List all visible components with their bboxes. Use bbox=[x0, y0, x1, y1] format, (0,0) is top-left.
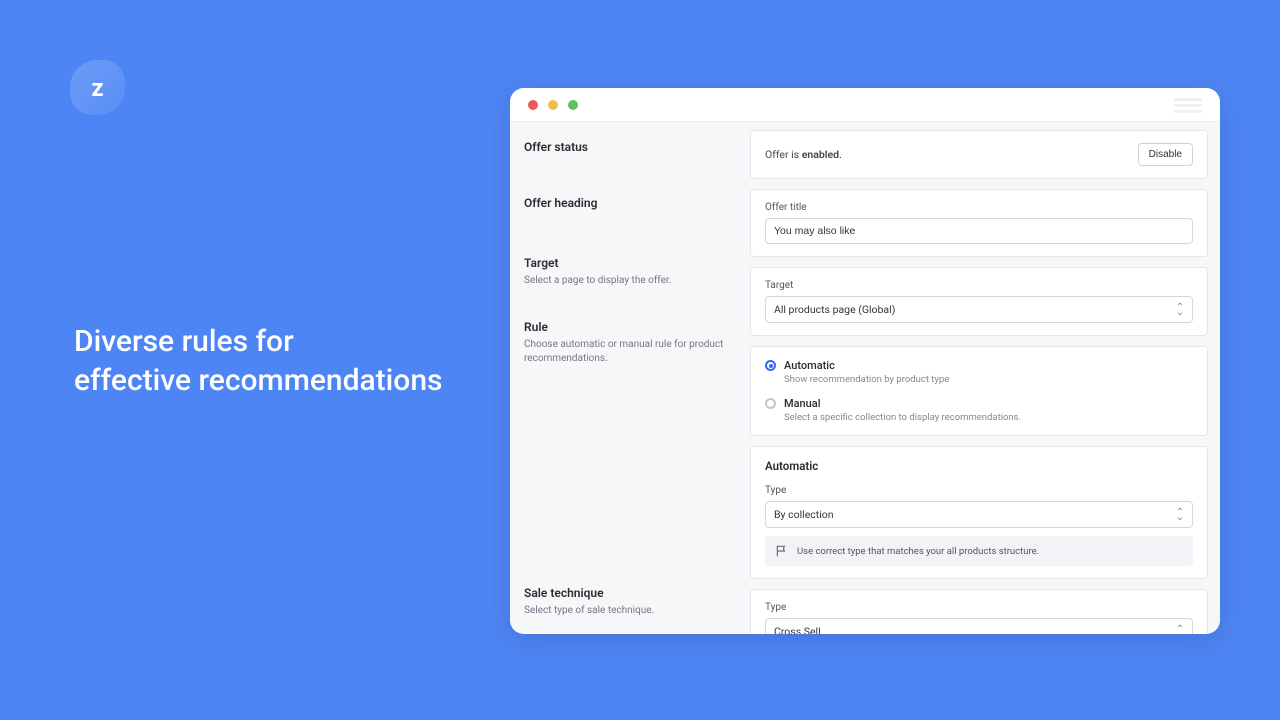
panel-rule: Automatic Show recommendation by product… bbox=[750, 346, 1208, 436]
panel-status: Offer is enabled. Disable bbox=[750, 130, 1208, 179]
automatic-subtitle: Automatic bbox=[765, 459, 1193, 473]
status-state: enabled bbox=[802, 148, 839, 161]
minimize-icon[interactable] bbox=[548, 100, 558, 110]
section-title: Offer status bbox=[524, 140, 736, 154]
app-window: Offer status Offer heading Target Select… bbox=[510, 88, 1220, 634]
menu-icon[interactable] bbox=[1174, 98, 1202, 114]
hero-line2: effective recommendations bbox=[74, 361, 442, 400]
window-controls bbox=[528, 100, 578, 110]
brand-logo: z bbox=[70, 60, 125, 115]
technique-label: Type bbox=[765, 602, 1193, 613]
technique-select[interactable]: Cross Sell ⌃⌄ bbox=[765, 618, 1193, 634]
main-column: Offer is enabled. Disable Offer title Ta… bbox=[750, 122, 1220, 634]
section-desc: Choose automatic or manual rule for prod… bbox=[524, 338, 736, 366]
radio-desc: Select a specific collection to display … bbox=[784, 412, 1021, 423]
hero-headline: Diverse rules for effective recommendati… bbox=[74, 322, 442, 400]
section-title: Sale technique bbox=[524, 586, 736, 600]
status-prefix: Offer is bbox=[765, 148, 802, 161]
type-value: By collection bbox=[774, 508, 834, 521]
status-suffix: . bbox=[839, 148, 842, 161]
maximize-icon[interactable] bbox=[568, 100, 578, 110]
chevron-updown-icon: ⌃⌄ bbox=[1176, 627, 1184, 635]
offer-status-text: Offer is enabled. bbox=[765, 148, 842, 161]
sidebar: Offer status Offer heading Target Select… bbox=[510, 122, 750, 634]
offer-title-label: Offer title bbox=[765, 202, 1193, 213]
radio-icon bbox=[765, 398, 776, 409]
section-target: Target Select a page to display the offe… bbox=[524, 256, 736, 288]
titlebar bbox=[510, 88, 1220, 122]
type-label: Type bbox=[765, 485, 1193, 496]
section-technique: Sale technique Select type of sale techn… bbox=[524, 586, 736, 618]
radio-title: Automatic bbox=[784, 359, 949, 372]
brand-letter: z bbox=[91, 74, 103, 102]
radio-desc: Show recommendation by product type bbox=[784, 374, 949, 385]
panel-automatic: Automatic Type By collection ⌃⌄ Use corr… bbox=[750, 446, 1208, 579]
section-rule: Rule Choose automatic or manual rule for… bbox=[524, 320, 736, 366]
section-status: Offer status bbox=[524, 140, 736, 154]
hint-box: Use correct type that matches your all p… bbox=[765, 536, 1193, 566]
target-select[interactable]: All products page (Global) ⌃⌄ bbox=[765, 296, 1193, 323]
type-select[interactable]: By collection ⌃⌄ bbox=[765, 501, 1193, 528]
radio-manual[interactable]: Manual Select a specific collection to d… bbox=[765, 397, 1193, 423]
section-desc: Select type of sale technique. bbox=[524, 604, 736, 618]
section-desc: Select a page to display the offer. bbox=[524, 274, 736, 288]
disable-button[interactable]: Disable bbox=[1138, 143, 1193, 166]
offer-title-input[interactable] bbox=[765, 218, 1193, 244]
section-title: Offer heading bbox=[524, 196, 736, 210]
radio-title: Manual bbox=[784, 397, 1021, 410]
hero-line1: Diverse rules for bbox=[74, 322, 442, 361]
panel-technique: Type Cross Sell ⌃⌄ bbox=[750, 589, 1208, 634]
section-title: Rule bbox=[524, 320, 736, 334]
panel-target: Target All products page (Global) ⌃⌄ bbox=[750, 267, 1208, 336]
target-label: Target bbox=[765, 280, 1193, 291]
panel-title: Offer title bbox=[750, 189, 1208, 257]
section-heading: Offer heading bbox=[524, 196, 736, 210]
close-icon[interactable] bbox=[528, 100, 538, 110]
chevron-updown-icon: ⌃⌄ bbox=[1176, 510, 1184, 520]
radio-icon bbox=[765, 360, 776, 371]
target-value: All products page (Global) bbox=[774, 303, 895, 316]
technique-value: Cross Sell bbox=[774, 625, 821, 634]
hint-text: Use correct type that matches your all p… bbox=[797, 546, 1039, 557]
content-area: Offer status Offer heading Target Select… bbox=[510, 122, 1220, 634]
section-title: Target bbox=[524, 256, 736, 270]
flag-icon bbox=[775, 544, 789, 558]
chevron-updown-icon: ⌃⌄ bbox=[1176, 305, 1184, 315]
radio-automatic[interactable]: Automatic Show recommendation by product… bbox=[765, 359, 1193, 385]
